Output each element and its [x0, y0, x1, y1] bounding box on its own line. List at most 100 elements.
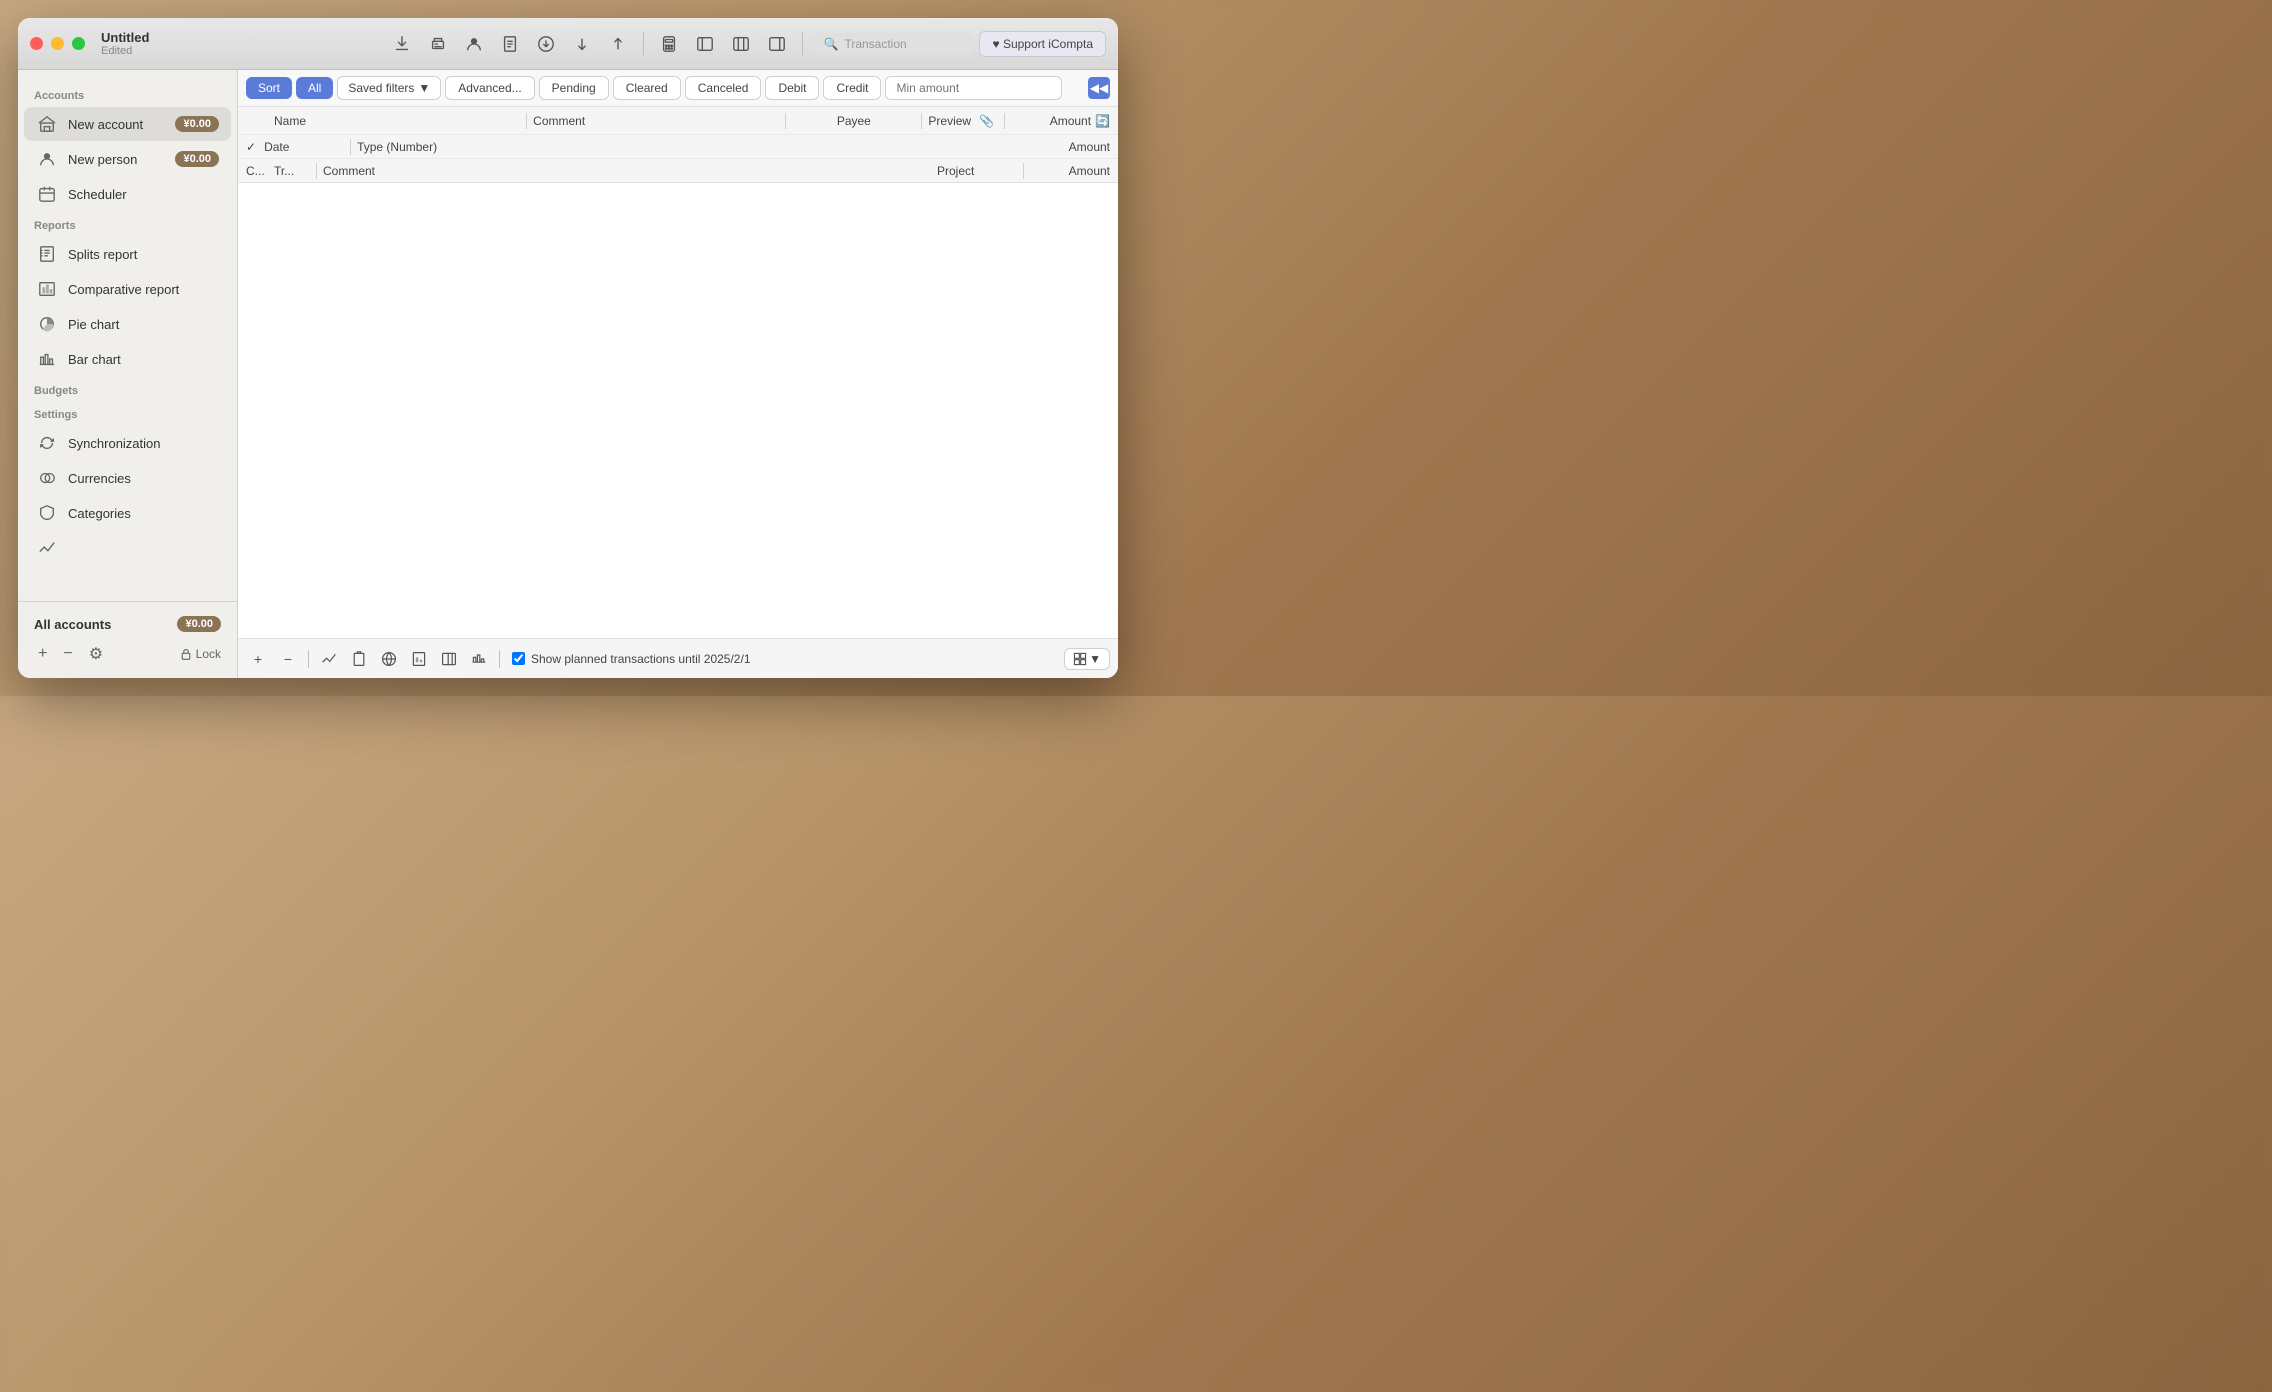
categories-label: Categories [68, 506, 219, 521]
settings-section-label: Settings [18, 401, 237, 425]
col-header-project[interactable]: Project [937, 164, 1017, 178]
divider5 [350, 139, 351, 155]
circle-down-icon[interactable] [531, 29, 561, 59]
sidebar-item-pie-chart[interactable]: Pie chart [24, 307, 231, 341]
divider3 [921, 113, 922, 129]
advanced-filter-button[interactable]: Advanced... [445, 76, 534, 100]
col-header-c[interactable]: C... [246, 164, 274, 178]
add-transaction-button[interactable]: + [246, 647, 270, 671]
globe-button[interactable] [377, 647, 401, 671]
support-button[interactable]: ♥ Support iCompta [979, 31, 1106, 57]
table-header-row2: ✓ Date Type (Number) Amount [238, 135, 1118, 159]
sidebar-actions: + − ⚙ Lock [30, 638, 225, 670]
col-header-type[interactable]: Type (Number) [357, 140, 1030, 154]
maximize-button[interactable] [72, 37, 85, 50]
search-icon: 🔍 [823, 37, 838, 51]
sort-button[interactable]: Sort [246, 77, 292, 99]
bottom-bar: + − [238, 638, 1118, 678]
table-header-row3: C... Tr... Comment Project Amount [238, 159, 1118, 183]
calendar-icon [36, 183, 58, 205]
app-title: Untitled Edited [101, 30, 149, 57]
col-header-payee[interactable]: Payee [792, 114, 915, 128]
sidebar-remove-button[interactable]: − [59, 643, 76, 665]
checkmark-icon: ✓ [246, 140, 256, 154]
cleared-filter-button[interactable]: Cleared [613, 76, 681, 100]
bottom-sep1 [308, 650, 309, 668]
credit-filter-button[interactable]: Credit [823, 76, 881, 100]
filter-bar: Sort All Saved filters ▼ Advanced... Pen… [238, 70, 1118, 107]
col-header-comment[interactable]: Comment [533, 114, 779, 128]
divider6 [316, 163, 317, 179]
col-header-amount[interactable]: Amount [1011, 114, 1091, 128]
line-chart-button[interactable] [317, 647, 341, 671]
filter-arrows: ◀◀ [1088, 77, 1110, 99]
all-filter-button[interactable]: All [296, 77, 333, 99]
lock-label: Lock [196, 647, 221, 661]
col-header-tr[interactable]: Tr... [274, 164, 310, 178]
document-chart-button[interactable] [407, 647, 431, 671]
sidebar-item-bar-chart[interactable]: Bar chart [24, 342, 231, 376]
col-header-amount3[interactable]: Amount [1030, 164, 1110, 178]
sidebar-settings-button[interactable]: ⚙ [85, 642, 107, 666]
col-header-date[interactable]: Date [264, 140, 344, 154]
person-icon[interactable] [459, 29, 489, 59]
calculator-icon[interactable] [654, 29, 684, 59]
columns-button[interactable] [437, 647, 461, 671]
sidebar-item-splits-report[interactable]: Splits report [24, 237, 231, 271]
planned-checkbox-input[interactable] [512, 652, 525, 665]
sidebar-item-scheduler[interactable]: Scheduler [24, 177, 231, 211]
remove-transaction-button[interactable]: − [276, 647, 300, 671]
sidebar-add-button[interactable]: + [34, 643, 51, 665]
pending-filter-button[interactable]: Pending [539, 76, 609, 100]
divider4 [1004, 113, 1005, 129]
filter-prev-button[interactable]: ◀◀ [1088, 77, 1110, 99]
currencies-label: Currencies [68, 471, 219, 486]
planned-transactions-checkbox[interactable]: Show planned transactions until 2025/2/1 [512, 652, 751, 666]
sidebar-item-comparative-report[interactable]: Comparative report [24, 272, 231, 306]
table-header-row1: Name Comment Payee Preview 📎 Amount 🔄 [238, 107, 1118, 135]
person-sidebar-icon [36, 148, 58, 170]
sidebar-item-new-account[interactable]: New account ¥0.00 [24, 107, 231, 141]
planned-label: Show planned transactions until 2025/2/1 [531, 652, 751, 666]
currencies-icon [36, 467, 58, 489]
saved-filters-button[interactable]: Saved filters ▼ [337, 76, 441, 100]
trend-icon [36, 537, 58, 559]
divider7 [1023, 163, 1024, 179]
sidebar-item-new-person[interactable]: New person ¥0.00 [24, 142, 231, 176]
arrow-up-icon[interactable] [603, 29, 633, 59]
download-icon[interactable] [387, 29, 417, 59]
debit-filter-button[interactable]: Debit [765, 76, 819, 100]
print-icon[interactable] [423, 29, 453, 59]
arrow-down-icon[interactable] [567, 29, 597, 59]
sidebar-middle-icon[interactable] [726, 29, 756, 59]
canceled-filter-button[interactable]: Canceled [685, 76, 762, 100]
bar-chart-icon [36, 348, 58, 370]
sidebar-item-currencies[interactable]: Currencies [24, 461, 231, 495]
sidebar-item-categories[interactable]: Categories [24, 496, 231, 530]
col-header-comment2[interactable]: Comment [323, 164, 937, 178]
sidebar-item-more-settings[interactable] [24, 531, 231, 565]
sidebar-right-icon[interactable] [762, 29, 792, 59]
search-box[interactable]: 🔍 Transaction [813, 33, 973, 55]
toolbar: 🔍 Transaction ♥ Support iCompta [387, 29, 1106, 59]
col-header-name[interactable]: Name [274, 114, 520, 128]
col-header-preview[interactable]: Preview [928, 114, 971, 128]
lock-button[interactable]: Lock [180, 647, 221, 661]
comparative-report-icon [36, 278, 58, 300]
search-input[interactable]: Transaction [844, 37, 906, 51]
sidebar-left-icon[interactable] [690, 29, 720, 59]
close-button[interactable] [30, 37, 43, 50]
min-amount-input[interactable] [885, 76, 1062, 100]
sidebar-item-synchronization[interactable]: Synchronization [24, 426, 231, 460]
minimize-button[interactable] [51, 37, 64, 50]
document-icon[interactable] [495, 29, 525, 59]
grid-view-button[interactable]: ▼ [1064, 648, 1110, 670]
window-controls [30, 37, 85, 50]
accounts-section-label: Accounts [18, 82, 237, 106]
col-header-amount2[interactable]: Amount [1030, 140, 1110, 154]
splits-report-label: Splits report [68, 247, 219, 262]
all-accounts-row: All accounts ¥0.00 [30, 610, 225, 638]
bar-chart-bottom-button[interactable] [467, 647, 491, 671]
main-content: Sort All Saved filters ▼ Advanced... Pen… [238, 70, 1118, 678]
clipboard-button[interactable] [347, 647, 371, 671]
